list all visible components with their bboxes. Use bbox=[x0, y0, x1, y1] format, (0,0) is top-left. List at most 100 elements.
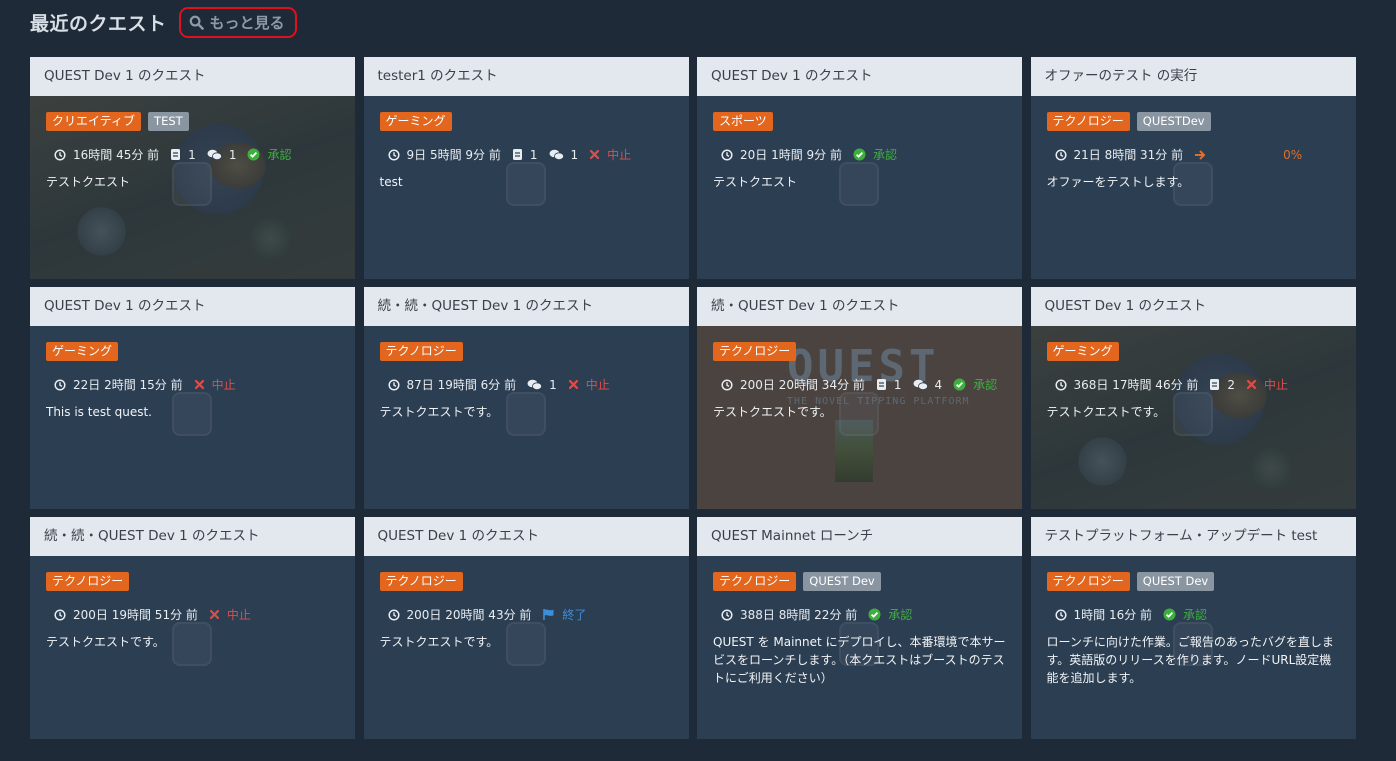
clock-icon bbox=[721, 148, 733, 161]
status-text: 承認 bbox=[888, 608, 913, 622]
quest-card-title[interactable]: QUEST Dev 1 のクエスト bbox=[30, 57, 355, 96]
status-badge: 承認 bbox=[247, 146, 291, 163]
category-tag[interactable]: ゲーミング bbox=[1046, 342, 1119, 361]
status-text: 承認 bbox=[267, 148, 292, 162]
status-text: 中止 bbox=[1264, 378, 1289, 392]
category-tag[interactable]: テクノロジー bbox=[1046, 112, 1130, 131]
quest-card-body: テクノロジー 87日 19時間 6分 前 1 中止 テストクエストです。 bbox=[364, 326, 689, 509]
quest-card-body: テクノロジー QUEST Dev 1時間 16分 前 承認 ローンチに向けた作業。ご報告… bbox=[1031, 556, 1356, 739]
quest-card[interactable]: QUEST Dev 1 のクエスト スポーツ 20日 1時間 9分 前 承認 テストクエ… bbox=[697, 57, 1022, 279]
quest-card-content: ゲーミング 22日 2時間 15分 前 中止 This is test quest. bbox=[30, 326, 355, 421]
quest-card[interactable]: QUEST Dev 1 のクエスト クリエイティブ TEST 16時間 45分 前11… bbox=[30, 57, 355, 279]
time-ago: 9日 5時間 9分 前 bbox=[387, 146, 501, 163]
category-tag[interactable]: スポーツ bbox=[713, 112, 773, 131]
quest-card[interactable]: オファーのテスト の実行テクノロジー QUESTDev 21日 8時間 31分 前 0… bbox=[1030, 57, 1356, 279]
see-more-link[interactable]: もっと見る bbox=[178, 6, 297, 38]
clock-icon bbox=[721, 608, 733, 621]
quest-card-content: テクノロジー QUEST Dev 388日 8時間 22分 前 承認 QUEST を M… bbox=[697, 556, 1022, 687]
quest-card[interactable]: テストプラットフォーム・アップデート test テクノロジー QUEST Dev 1時… bbox=[1030, 517, 1356, 739]
quest-card[interactable]: tester1 のクエスト ゲーミング 9日 5時間 9分 前 1 1 中止 test bbox=[363, 57, 689, 279]
quest-card-content: ゲーミング 9日 5時間 9分 前 1 1 中止 test bbox=[364, 96, 689, 191]
check-circle-icon bbox=[868, 608, 881, 621]
time-ago-text: 87日 19時間 6分 前 bbox=[406, 378, 517, 392]
time-ago: 1時間 16分 前 bbox=[1054, 606, 1152, 623]
time-ago-text: 20日 1時間 9分 前 bbox=[740, 148, 842, 162]
quest-card-title[interactable]: QUEST Dev 1 のクエスト bbox=[697, 57, 1022, 96]
quest-card[interactable]: 続・続・QUEST Dev 1 のクエストテクノロジー 87日 19時間 6分 前… bbox=[363, 287, 689, 509]
quest-card-title[interactable]: 続・続・QUEST Dev 1 のクエスト bbox=[363, 287, 689, 326]
quest-meta: 22日 2時間 15分 前 中止 bbox=[46, 376, 355, 393]
comments-icon bbox=[913, 379, 928, 390]
quest-card-content: ゲーミング 368日 17時間 46分 前 2 中止 テストクエストです。 bbox=[1031, 326, 1356, 421]
quest-card-title[interactable]: QUEST Dev 1 のクエスト bbox=[363, 517, 689, 556]
status-badge: 承認 bbox=[953, 376, 997, 393]
quest-card[interactable]: 続・続・QUEST Dev 1 のクエストテクノロジー 200日 19時間 51分… bbox=[30, 517, 355, 739]
page-title: 最近のクエスト bbox=[30, 12, 167, 35]
category-tag[interactable]: QUEST Dev bbox=[1136, 572, 1215, 591]
quest-card-content: テクノロジー QUESTDev 21日 8時間 31分 前 0% オファーをテストします… bbox=[1031, 96, 1356, 191]
status-text: 中止 bbox=[607, 148, 632, 162]
clock-icon bbox=[54, 148, 66, 161]
quest-card-title[interactable]: QUEST Dev 1 のクエスト bbox=[30, 287, 355, 326]
category-tag[interactable]: ゲーミング bbox=[379, 112, 452, 131]
comment-count: 4 bbox=[913, 378, 942, 392]
category-tag[interactable]: TEST bbox=[148, 112, 189, 131]
see-more-label: もっと見る bbox=[209, 13, 285, 32]
category-tag[interactable]: テクノロジー bbox=[713, 572, 797, 591]
category-tag[interactable]: テクノロジー bbox=[379, 342, 463, 361]
tag-list: テクノロジー bbox=[379, 342, 689, 362]
category-tag[interactable]: QUEST Dev bbox=[803, 572, 881, 591]
category-tag[interactable]: テクノロジー bbox=[379, 572, 463, 591]
comment-count-value: 1 bbox=[549, 377, 557, 392]
quest-card-content: スポーツ 20日 1時間 9分 前 承認 テストクエスト bbox=[697, 96, 1022, 191]
quest-card-title[interactable]: QUEST Mainnet ローンチ bbox=[697, 517, 1022, 556]
time-ago: 200日 20時間 34分 前 bbox=[721, 376, 865, 393]
category-tag[interactable]: テクノロジー bbox=[1046, 572, 1130, 591]
quest-meta: 368日 17時間 46分 前 2 中止 bbox=[1047, 376, 1356, 393]
document-icon bbox=[512, 149, 522, 160]
status-text: 承認 bbox=[872, 148, 897, 162]
quest-card-content: テクノロジー 200日 19時間 51分 前 中止 テストクエストです。 bbox=[30, 556, 355, 651]
category-tag[interactable]: クリエイティブ bbox=[46, 112, 142, 131]
quest-card-title[interactable]: 続・QUEST Dev 1 のクエスト bbox=[697, 287, 1022, 326]
quest-card-title[interactable]: tester1 のクエスト bbox=[363, 57, 689, 96]
quest-card[interactable]: QUEST Dev 1 のクエストゲーミング 368日 17時間 46分 前 2 中止… bbox=[1030, 287, 1356, 509]
quest-card-title[interactable]: テストプラットフォーム・アップデート test bbox=[1030, 517, 1356, 556]
comments-icon bbox=[207, 149, 222, 160]
arrow-right-icon bbox=[1195, 149, 1206, 160]
status-text: 中止 bbox=[211, 378, 236, 392]
search-icon bbox=[189, 15, 204, 30]
quest-description: test bbox=[379, 175, 403, 189]
cross-icon bbox=[194, 379, 204, 390]
quest-card[interactable]: QUEST Mainnet ローンチ テクノロジー QUEST Dev 388日 8時… bbox=[697, 517, 1022, 739]
category-tag[interactable]: ゲーミング bbox=[46, 342, 119, 361]
quest-card[interactable]: QUEST Dev 1 のクエスト テクノロジー 200日 20時間 43分 前 終了… bbox=[363, 517, 689, 739]
time-ago: 200日 19時間 51分 前 bbox=[54, 606, 198, 623]
category-tag[interactable]: テクノロジー bbox=[46, 572, 130, 591]
quest-meta: 16時間 45分 前 1 1 承認 bbox=[46, 146, 355, 163]
quest-description: This is test quest. bbox=[46, 405, 152, 419]
status-text: 終了 bbox=[562, 608, 587, 622]
quest-meta: 87日 19時間 6分 前 1 中止 bbox=[380, 376, 689, 393]
comments-icon bbox=[527, 379, 543, 390]
quest-meta: 20日 1時間 9分 前 承認 bbox=[713, 146, 1022, 163]
quest-card[interactable]: QUEST Dev 1 のクエストゲーミング 22日 2時間 15分 前 中止 Thi… bbox=[30, 287, 355, 509]
document-icon bbox=[171, 149, 181, 160]
time-ago-text: 9日 5時間 9分 前 bbox=[406, 148, 501, 162]
status-badge: 中止 bbox=[568, 376, 610, 393]
time-ago-text: 16時間 45分 前 bbox=[73, 148, 160, 162]
status-badge: 承認 bbox=[853, 146, 897, 163]
quest-card-title[interactable]: QUEST Dev 1 のクエスト bbox=[1030, 287, 1356, 326]
status-badge: 終了 bbox=[542, 606, 586, 623]
quest-card[interactable]: 続・QUEST Dev 1 のクエスト QUEST THE NOVEL TIPPIN… bbox=[697, 287, 1022, 509]
tag-list: スポーツ bbox=[713, 112, 1022, 132]
category-tag[interactable]: テクノロジー bbox=[713, 342, 797, 361]
clock-icon bbox=[54, 378, 66, 391]
quest-card-title[interactable]: オファーのテスト の実行 bbox=[1030, 57, 1356, 96]
quest-meta: 21日 8時間 31分 前 0% bbox=[1047, 146, 1356, 163]
quest-card-body: クリエイティブ TEST 16時間 45分 前 1 1 承認 テストクエスト bbox=[30, 96, 355, 279]
category-tag[interactable]: QUESTDev bbox=[1136, 112, 1211, 131]
comment-count-value: 1 bbox=[228, 147, 237, 162]
quest-card-title[interactable]: 続・続・QUEST Dev 1 のクエスト bbox=[30, 517, 355, 556]
document-count-value: 1 bbox=[893, 377, 902, 392]
